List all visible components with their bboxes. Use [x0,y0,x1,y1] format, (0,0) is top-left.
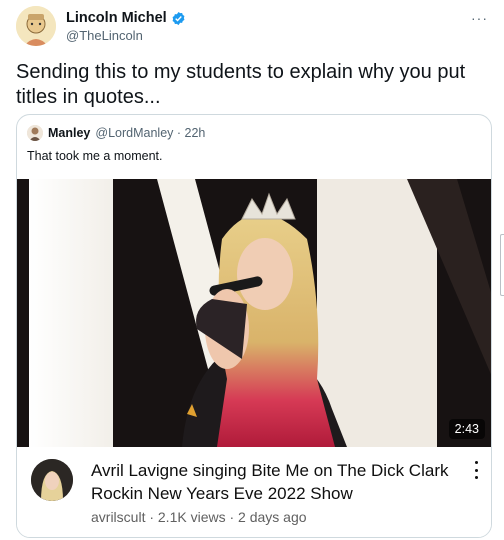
quoted-author-name: Manley [48,126,91,140]
video-meta: avrilscult · 2.1K views · 2 days ago [91,509,307,525]
video-frame [17,179,491,447]
quoted-tweet[interactable]: Manley @LordManley · 22h That took me a … [16,114,492,538]
youtube-card[interactable]: Avril Lavigne singing Bite Me on The Dic… [17,447,491,537]
quoted-tweet-header: Manley @LordManley · 22h [27,125,205,141]
author-avatar[interactable] [16,6,56,46]
tweet-text: Sending this to my students to explain w… [16,61,466,108]
video-title[interactable]: Avril Lavigne singing Bite Me on The Dic… [91,459,457,505]
quoted-author-avatar [27,125,43,141]
author-name-row[interactable]: Lincoln Michel [66,10,186,26]
scrollbar-handle[interactable] [500,234,504,296]
verified-badge-icon [172,11,185,25]
more-options-icon[interactable]: ··· [471,10,488,26]
kebab-menu-icon[interactable] [473,461,479,479]
author-handle[interactable]: @TheLincoln [66,28,143,43]
author-display-name[interactable]: Lincoln Michel [66,10,167,26]
video-duration: 2:43 [448,419,485,439]
channel-avatar[interactable] [31,459,73,501]
quoted-tweet-text: That took me a moment. [27,149,163,163]
quoted-author-handle-time: @LordManley · 22h [95,126,206,140]
video-player[interactable]: 2:43 [17,179,491,447]
tweet-header: Lincoln Michel @TheLincoln ··· [16,6,488,48]
